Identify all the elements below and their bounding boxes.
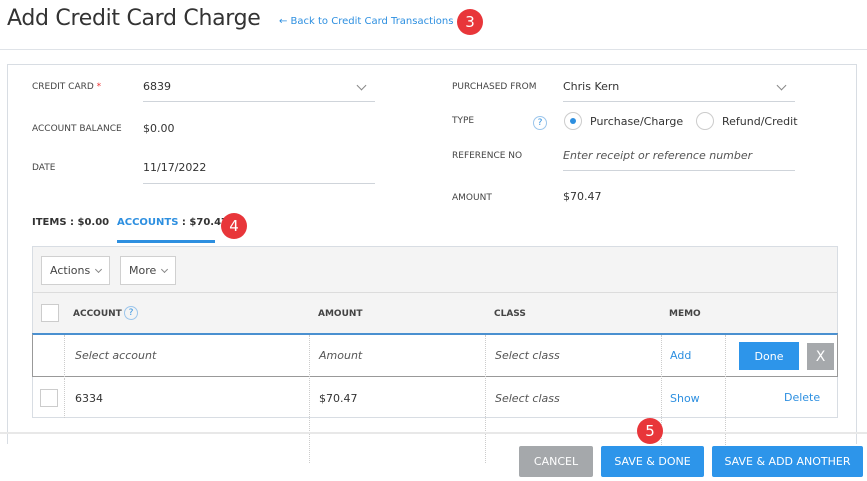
- account-balance-label: ACCOUNT BALANCE: [32, 124, 122, 134]
- radio-refund-credit[interactable]: Refund/Credit: [696, 112, 798, 130]
- save-and-add-another-button[interactable]: SAVE & ADD ANOTHER: [712, 446, 863, 477]
- active-tab-indicator: [117, 240, 215, 243]
- cancel-button[interactable]: CANCEL: [519, 446, 593, 477]
- annotation-badge: 5: [637, 418, 663, 444]
- underline: [563, 101, 795, 102]
- account-select[interactable]: Select account: [75, 349, 156, 362]
- help-icon[interactable]: ?: [124, 306, 138, 320]
- amount-value: $70.47: [563, 190, 602, 203]
- select-all-checkbox[interactable]: [41, 304, 59, 322]
- underline: [143, 183, 375, 184]
- footer-divider: [0, 432, 867, 434]
- tab-accounts[interactable]: ACCOUNTS : $70.47: [117, 217, 228, 228]
- chevron-down-icon: [776, 80, 787, 91]
- column-account: ACCOUNT: [73, 309, 122, 319]
- tab-items[interactable]: ITEMS : $0.00: [32, 217, 109, 228]
- chevron-down-icon: [356, 80, 367, 91]
- underline: [143, 101, 375, 102]
- chevron-down-icon: [95, 265, 103, 273]
- amount-input[interactable]: Amount: [319, 349, 362, 362]
- date-value: 11/17/2022: [143, 161, 207, 174]
- row-amount: $70.47: [319, 392, 358, 405]
- credit-card-select[interactable]: 6839: [143, 76, 375, 102]
- account-balance-value: $0.00: [143, 122, 175, 135]
- save-and-done-button[interactable]: SAVE & DONE: [601, 446, 704, 477]
- done-button[interactable]: Done: [739, 342, 799, 370]
- radio-label: Refund/Credit: [722, 114, 798, 128]
- purchased-from-label: PURCHASED FROM: [452, 82, 537, 92]
- radio-unselected-icon: [696, 112, 714, 130]
- radio-purchase-charge[interactable]: Purchase/Charge: [564, 112, 683, 130]
- purchased-from-value: Chris Kern: [563, 80, 620, 93]
- underline: [563, 170, 795, 171]
- row-checkbox[interactable]: [40, 389, 58, 407]
- date-label: DATE: [32, 163, 56, 173]
- reference-placeholder: Enter receipt or reference number: [563, 149, 753, 162]
- help-icon[interactable]: ?: [533, 116, 547, 130]
- chevron-down-icon: [161, 265, 169, 273]
- class-select[interactable]: Select class: [495, 349, 560, 362]
- annotation-badge: 3: [457, 9, 483, 35]
- column-class: CLASS: [494, 309, 526, 319]
- type-label: TYPE: [452, 116, 475, 126]
- actions-dropdown[interactable]: Actions: [41, 256, 111, 285]
- row-class-select[interactable]: Select class: [495, 392, 560, 405]
- amount-label: AMOUNT: [452, 193, 492, 203]
- accounts-table: Actions More ACCOUNT ? AMOUNT CLASS MEMO…: [32, 246, 838, 463]
- close-row-button[interactable]: X: [807, 343, 834, 370]
- memo-show-link[interactable]: Show: [670, 392, 700, 405]
- radio-label: Purchase/Charge: [590, 114, 684, 128]
- radio-selected-icon: [564, 112, 582, 130]
- more-dropdown[interactable]: More: [120, 256, 177, 285]
- table-toolbar: Actions More: [33, 247, 837, 293]
- column-memo: MEMO: [669, 309, 701, 319]
- column-amount: AMOUNT: [318, 309, 363, 319]
- table-header: [33, 293, 837, 333]
- date-input[interactable]: 11/17/2022: [143, 157, 375, 184]
- reference-no-input[interactable]: Enter receipt or reference number: [563, 145, 795, 171]
- reference-no-label: REFERENCE NO: [452, 151, 523, 161]
- header-divider: [0, 49, 867, 50]
- memo-add-link[interactable]: Add: [670, 349, 691, 362]
- page-title: Add Credit Card Charge: [7, 6, 261, 31]
- row-account: 6334: [75, 392, 103, 405]
- delete-row-link[interactable]: Delete: [784, 391, 820, 404]
- annotation-badge: 4: [221, 213, 247, 239]
- credit-card-value: 6839: [143, 80, 171, 93]
- purchased-from-select[interactable]: Chris Kern: [563, 76, 795, 102]
- back-link[interactable]: ← Back to Credit Card Transactions: [279, 16, 453, 27]
- credit-card-label: CREDIT CARD *: [32, 82, 102, 92]
